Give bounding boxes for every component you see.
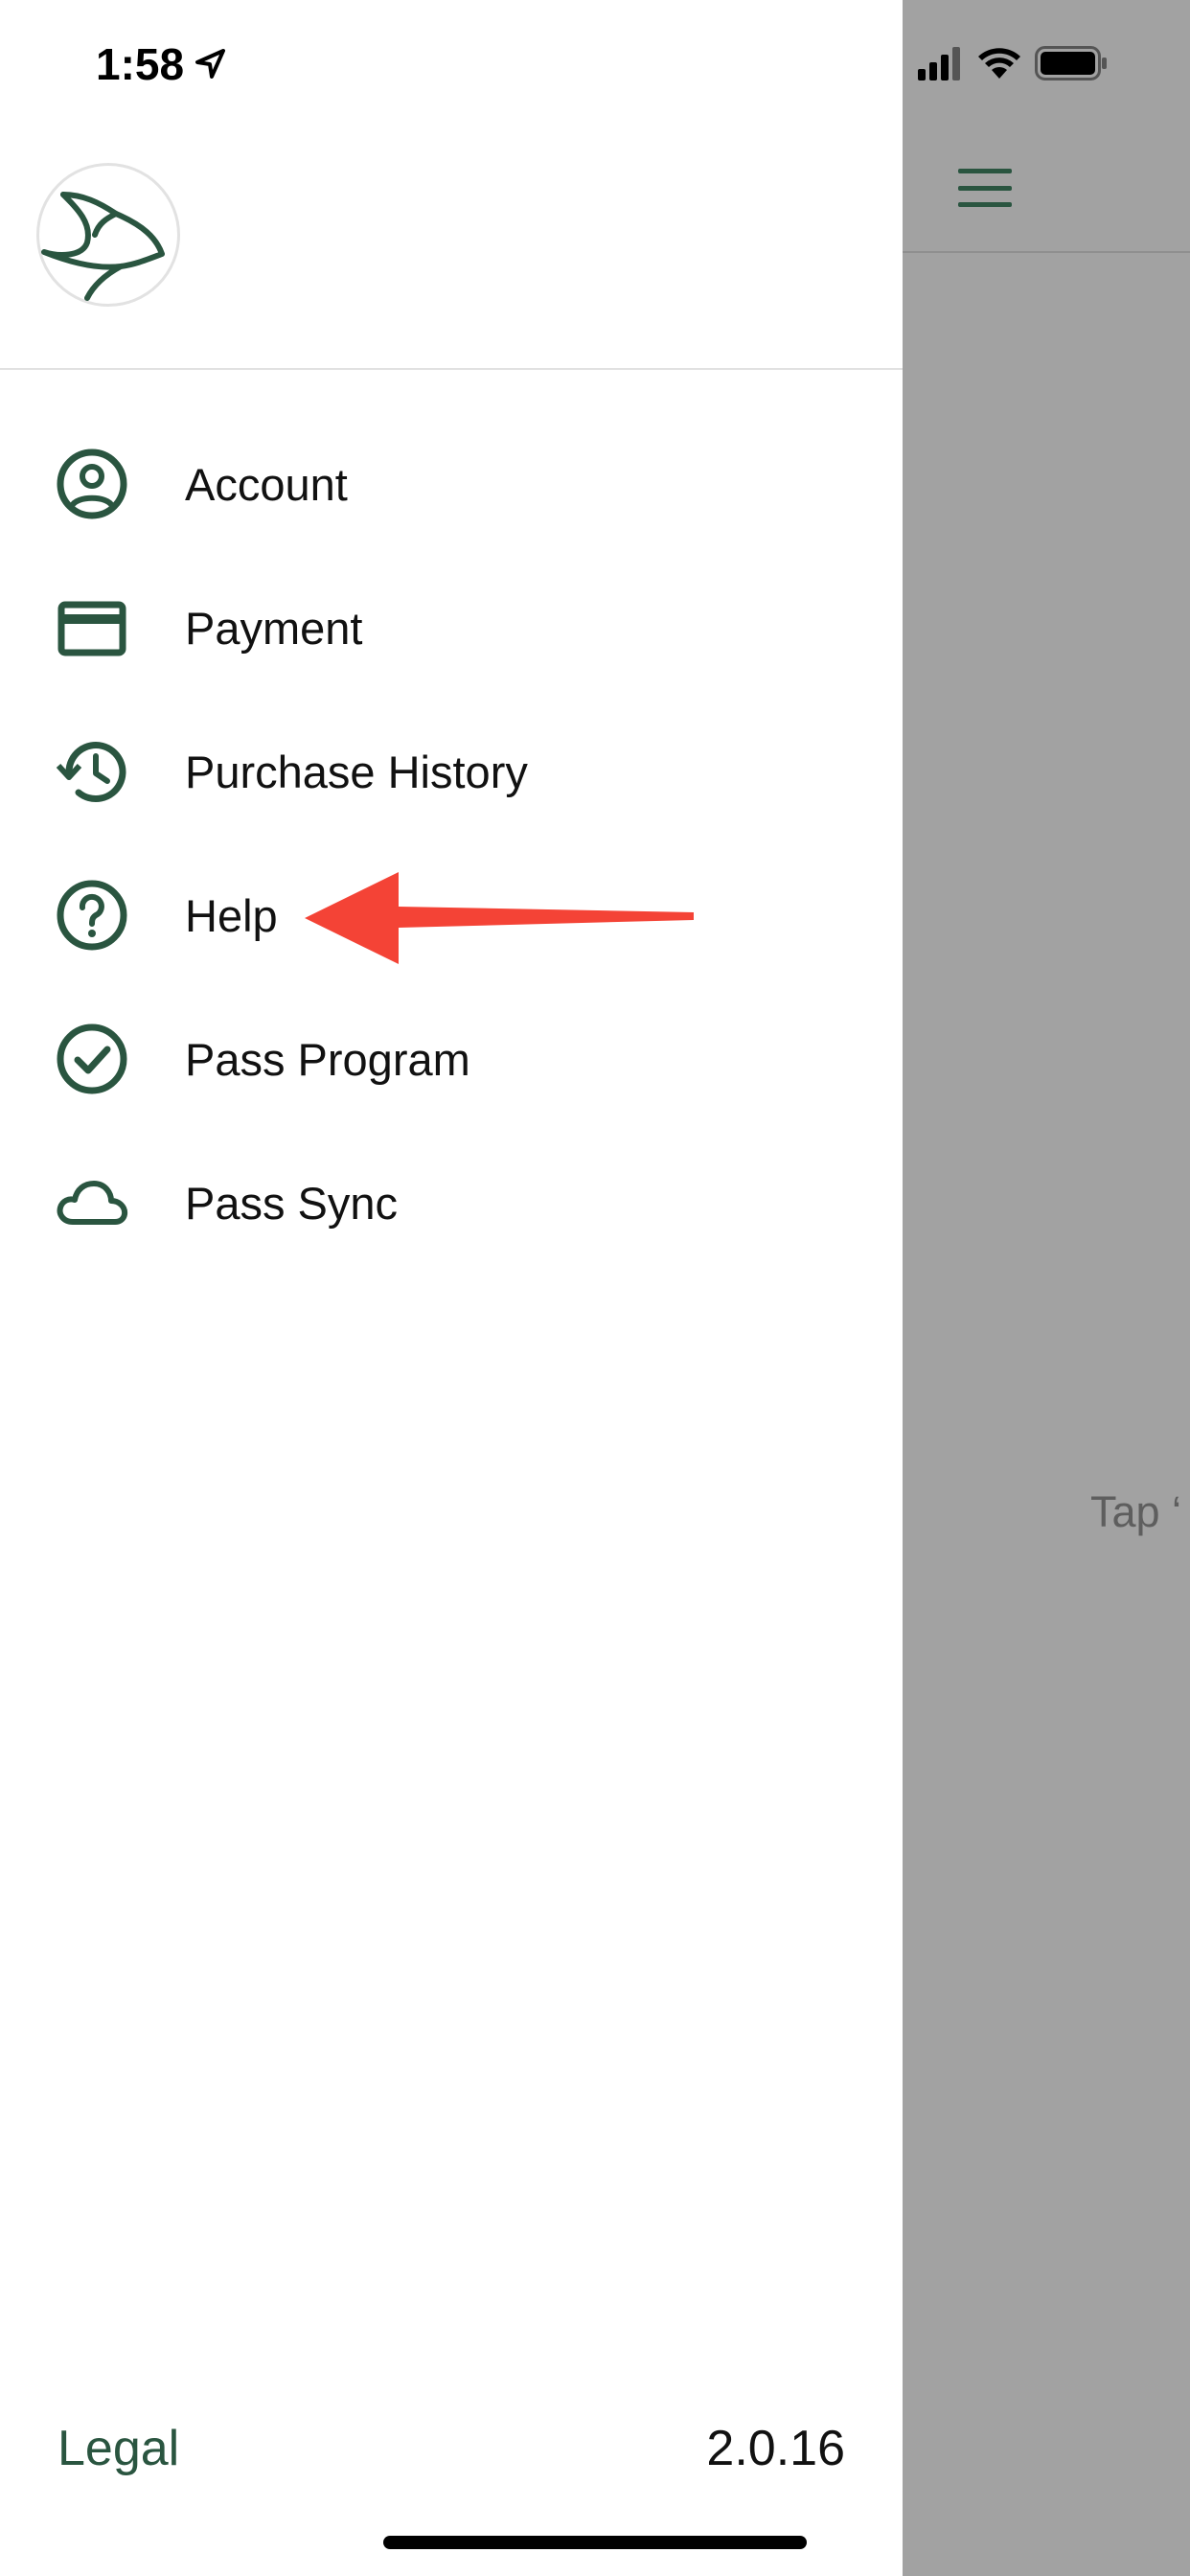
history-icon (56, 735, 128, 808)
nav-divider (903, 251, 1190, 253)
red-arrow-annotation (305, 872, 694, 964)
menu-item-payment[interactable]: Payment (0, 556, 903, 700)
menu-item-account[interactable]: Account (0, 412, 903, 556)
menu-item-label: Account (185, 458, 348, 510)
status-icons (918, 46, 1108, 80)
header-divider (0, 368, 903, 370)
rabbit-logo-icon (41, 192, 165, 301)
profile-avatar[interactable] (36, 163, 180, 307)
menu-item-pass-sync[interactable]: Pass Sync (0, 1131, 903, 1275)
status-time: 1:58 (96, 38, 226, 90)
cloud-icon (56, 1166, 128, 1239)
wifi-icon (978, 48, 1020, 79)
battery-icon (1035, 46, 1107, 80)
clock-text: 1:58 (96, 39, 185, 89)
hamburger-menu-icon[interactable] (958, 169, 1012, 207)
menu-item-label: Pass Sync (185, 1177, 399, 1229)
help-circle-icon (56, 879, 128, 952)
app-version: 2.0.16 (706, 2421, 845, 2476)
drawer-menu: Account Payment Purchase History Help Pa… (0, 412, 903, 1275)
home-indicator[interactable] (383, 2536, 807, 2549)
menu-item-label: Help (185, 889, 278, 941)
legal-link[interactable]: Legal (57, 2420, 179, 2477)
menu-item-pass-program[interactable]: Pass Program (0, 987, 903, 1131)
navigation-drawer: 1:58 Account Payment Purchase History He… (0, 0, 903, 2576)
check-circle-icon (56, 1023, 128, 1095)
menu-item-label: Purchase History (185, 746, 528, 797)
location-arrow-icon (195, 49, 226, 79)
menu-item-purchase-history[interactable]: Purchase History (0, 700, 903, 843)
background-hint-text: Tap ‘ (1090, 1487, 1182, 1536)
cellular-signal-icon (918, 47, 960, 80)
menu-item-label: Pass Program (185, 1033, 470, 1085)
credit-card-icon (56, 591, 128, 664)
dimmed-background-screen[interactable]: Tap ‘ (903, 0, 1190, 2576)
menu-item-label: Payment (185, 602, 363, 654)
account-circle-icon (56, 448, 128, 520)
